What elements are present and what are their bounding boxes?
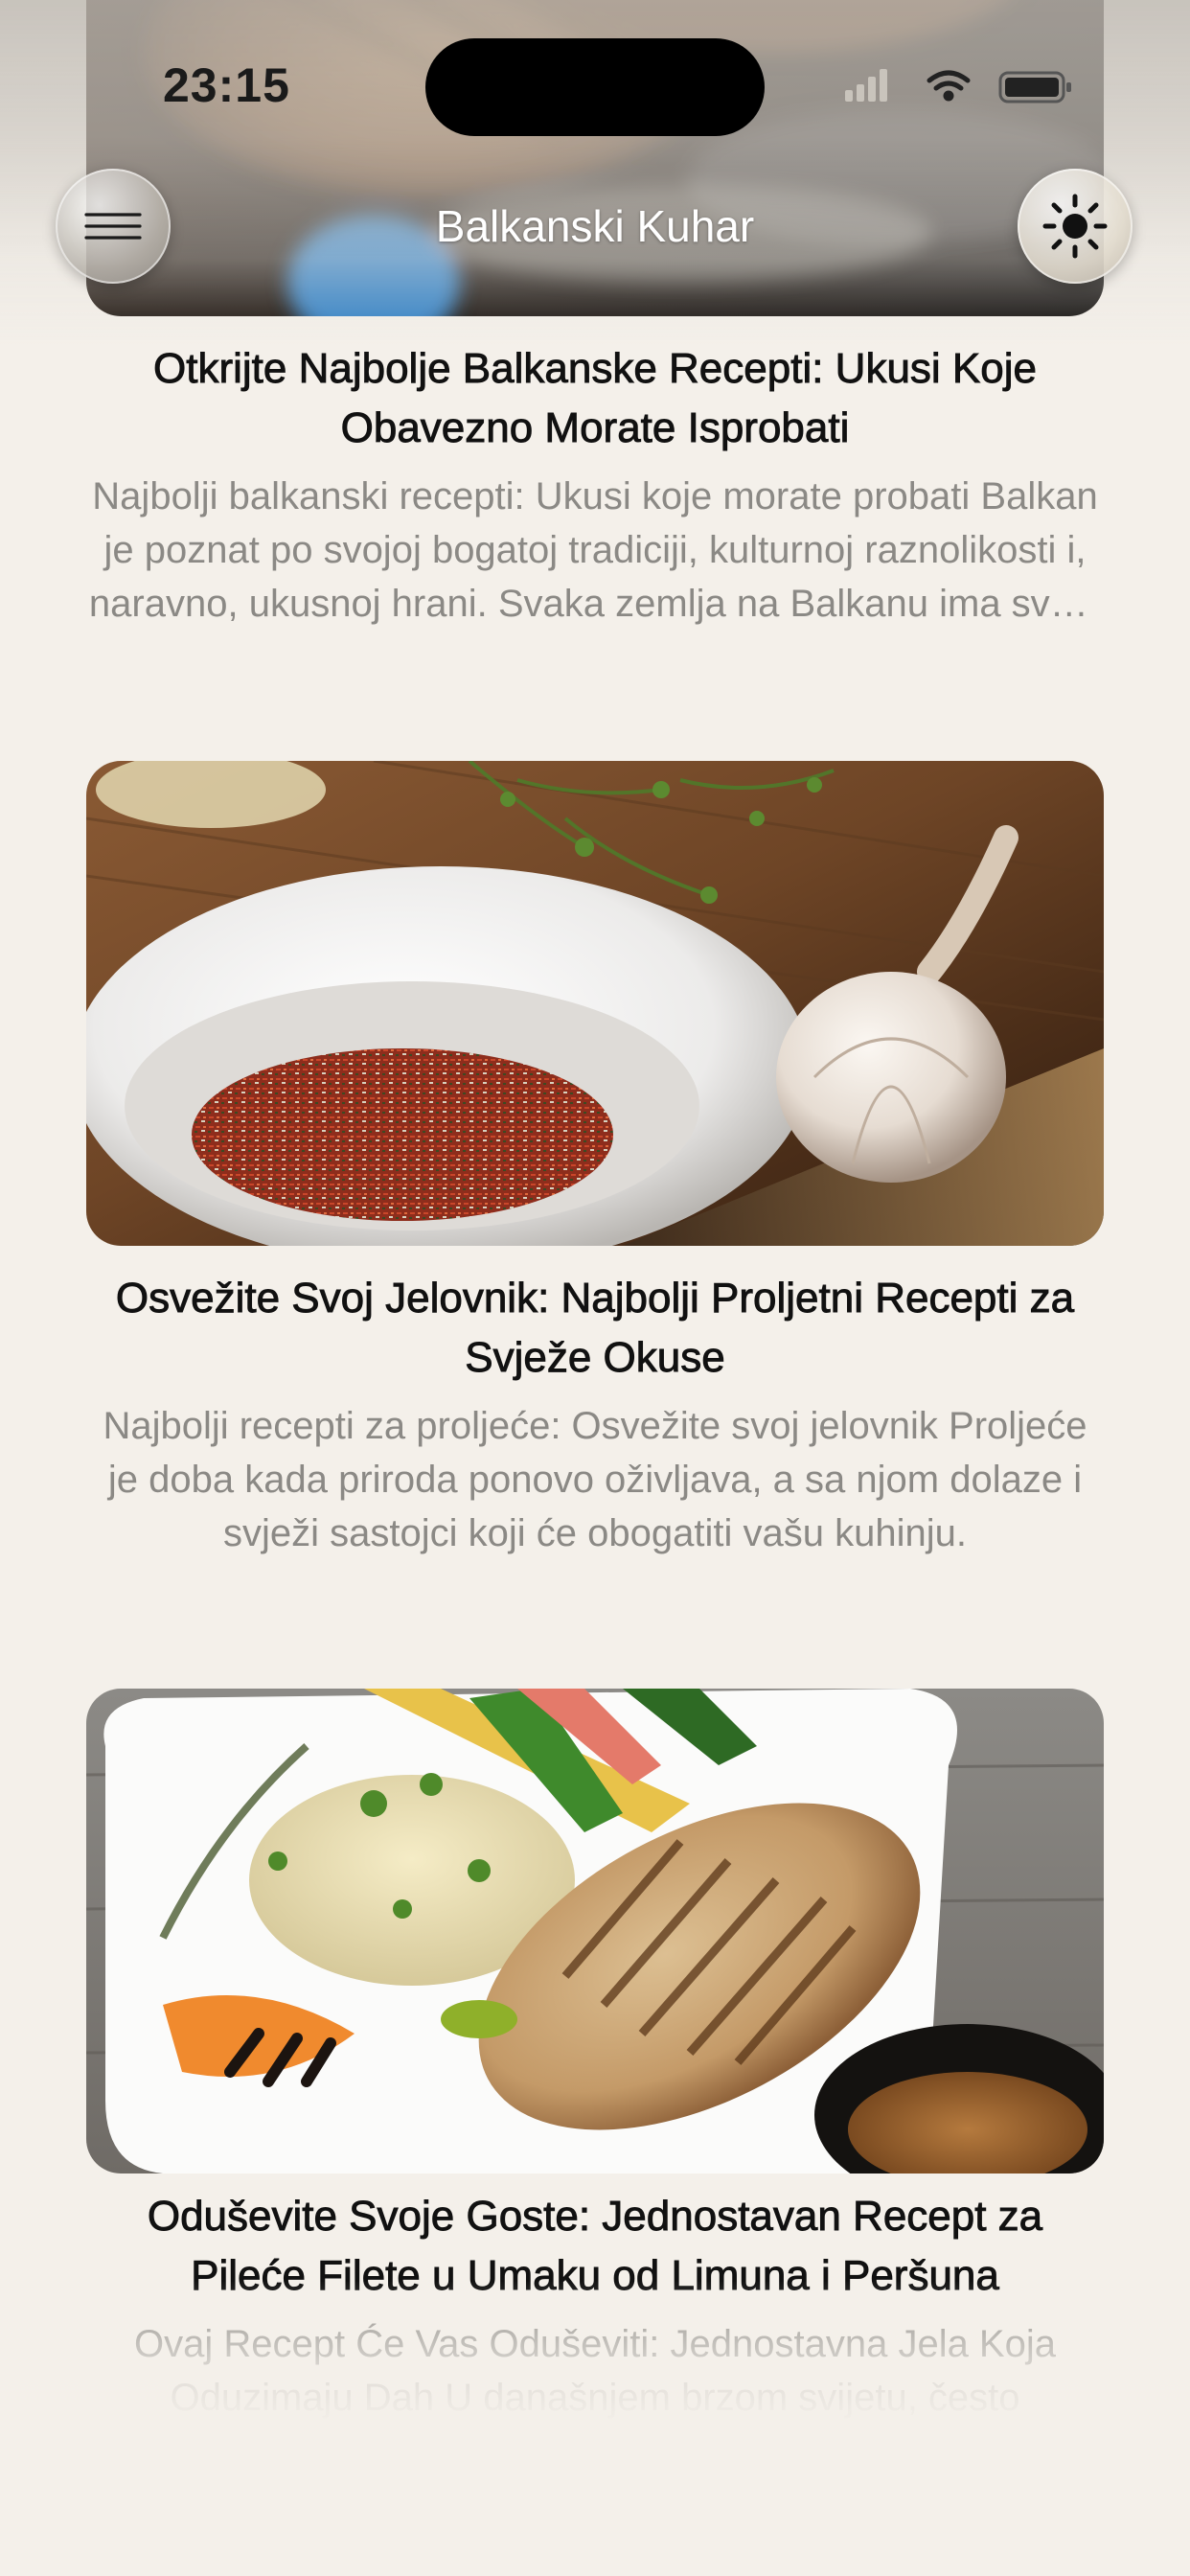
article-excerpt: Najbolji recepti za proljeće: Osvežite s… bbox=[103, 1405, 1087, 1554]
wifi-icon bbox=[927, 70, 971, 102]
article-feed[interactable]: Otkrijte Najbolje Balkanske Recepti: Uku… bbox=[0, 0, 1190, 2423]
hamburger-menu-icon bbox=[84, 213, 142, 240]
status-bar-time: 23:15 bbox=[163, 58, 290, 112]
article-image-spices-garlic[interactable] bbox=[86, 761, 1104, 1246]
dynamic-island bbox=[425, 38, 765, 136]
status-bar-icons bbox=[843, 61, 1083, 107]
article-excerpt: Najbolji balkanski recepti: Ukusi koje m… bbox=[88, 475, 1102, 625]
article-excerpt: Ovaj Recept Će Vas Oduševiti: Jednostavn… bbox=[134, 2323, 1056, 2419]
app-title: Balkanski Kuhar bbox=[435, 201, 755, 251]
article-title[interactable]: Otkrijte Najbolje Balkanske Recepti: Uku… bbox=[86, 339, 1104, 458]
menu-button[interactable] bbox=[56, 169, 171, 284]
article-title[interactable]: Oduševite Svoje Goste: Jednostavan Recep… bbox=[86, 2187, 1104, 2306]
article-image-chicken-plate[interactable] bbox=[86, 1689, 1104, 2174]
sun-icon bbox=[1042, 194, 1108, 259]
cellular-signal-icon bbox=[845, 69, 887, 102]
theme-toggle-button[interactable] bbox=[1018, 169, 1133, 284]
article-title[interactable]: Osvežite Svoj Jelovnik: Najbolji Proljet… bbox=[86, 1269, 1104, 1388]
battery-icon bbox=[998, 71, 1071, 104]
